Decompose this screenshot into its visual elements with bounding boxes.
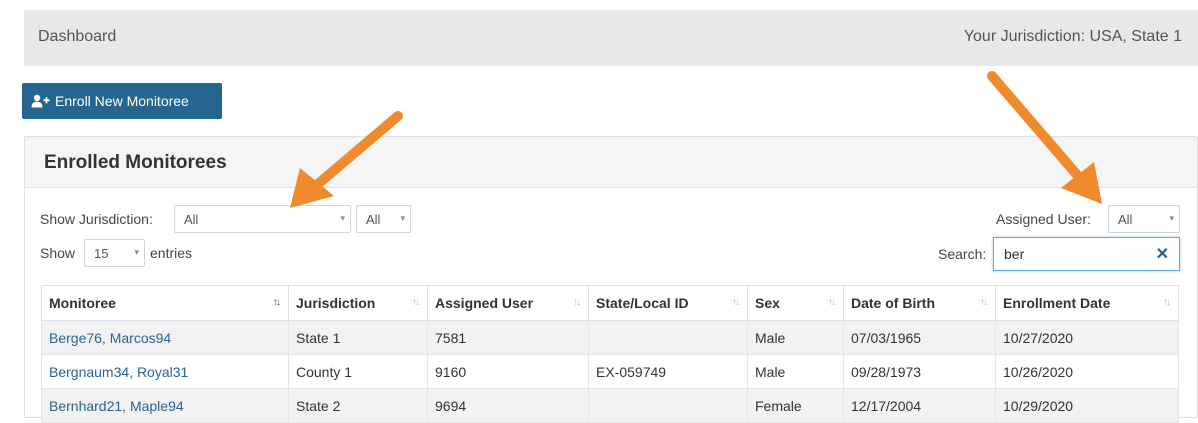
entries-select[interactable]: 15 ▾	[84, 239, 145, 267]
table-header-row: Monitoree ↑↓ Jurisdiction ↑↓ Assigned User…	[41, 285, 1179, 321]
enroll-new-monitoree-button[interactable]: Enroll New Monitoree	[22, 83, 222, 119]
cell-assigned-user: 7581	[427, 320, 589, 355]
col-date-of-birth-label: Date of Birth	[851, 295, 935, 311]
jurisdiction-indicator: Your Jurisdiction: USA, State 1	[963, 28, 1182, 45]
col-jurisdiction[interactable]: Jurisdiction ↑↓	[288, 285, 428, 321]
scope-select-value: All	[366, 212, 381, 227]
monitorees-table: Monitoree ↑↓ Jurisdiction ↑↓ Assigned User…	[41, 285, 1179, 423]
jurisdiction-select[interactable]: All ▾	[174, 205, 351, 233]
table-row[interactable]: Berge76, Marcos94 State 1 7581 Male 07/0…	[41, 320, 1179, 355]
user-plus-icon	[31, 94, 51, 108]
cell-jurisdiction: State 1	[288, 320, 428, 355]
col-state-local-id-label: State/Local ID	[596, 295, 689, 311]
col-monitoree-label: Monitoree	[49, 295, 116, 311]
search-input-value: ber	[1004, 246, 1025, 262]
col-state-local-id[interactable]: State/Local ID ↑↓	[588, 285, 748, 321]
cell-date-of-birth: 09/28/1973	[843, 354, 996, 389]
col-assigned-user-label: Assigned User	[435, 295, 534, 311]
col-sex[interactable]: Sex ↑↓	[747, 285, 844, 321]
show-label: Show	[40, 245, 76, 261]
cell-monitoree: Bergnaum34, Royal31	[41, 354, 289, 389]
sort-icon: ↑↓	[828, 297, 836, 308]
cell-date-of-birth: 07/03/1965	[843, 320, 996, 355]
sort-icon: ↑↓	[732, 297, 740, 308]
search-input[interactable]: ber ✕	[993, 237, 1180, 271]
top-header: Dashboard Your Jurisdiction: USA, State …	[24, 10, 1198, 66]
chevron-down-icon: ▾	[400, 213, 405, 223]
table-row[interactable]: Bergnaum34, Royal31 County 1 9160 EX-059…	[41, 354, 1179, 389]
cell-sex: Male	[747, 320, 844, 355]
clear-search-icon[interactable]: ✕	[1156, 244, 1169, 264]
scope-select[interactable]: All ▾	[356, 205, 411, 233]
jurisdiction-select-value: All	[184, 212, 199, 227]
assigned-user-select-value: All	[1118, 212, 1133, 227]
entries-label: entries	[150, 245, 193, 261]
cell-state-local-id: EX-059749	[588, 354, 748, 389]
panel-title: Enrolled Monitorees	[44, 152, 227, 173]
breadcrumb-dashboard[interactable]: Dashboard	[38, 28, 116, 46]
monitoree-link[interactable]: Berge76, Marcos94	[49, 330, 171, 346]
enroll-button-label: Enroll New Monitoree	[55, 93, 189, 109]
col-assigned-user[interactable]: Assigned User ↑↓	[427, 285, 589, 321]
col-sex-label: Sex	[755, 295, 780, 311]
enrolled-monitorees-panel: Enrolled Monitorees Show Jurisdiction: A…	[24, 136, 1198, 423]
monitoree-link[interactable]: Bergnaum34, Royal31	[49, 364, 188, 380]
cell-sex: Male	[747, 354, 844, 389]
sort-icon: ↑↓	[573, 297, 581, 308]
cell-jurisdiction: County 1	[288, 354, 428, 389]
sort-icon: ↑↓	[412, 297, 420, 308]
col-date-of-birth[interactable]: Date of Birth ↑↓	[843, 285, 996, 321]
panel-header: Enrolled Monitorees	[25, 137, 1197, 188]
chevron-down-icon: ▾	[134, 247, 139, 257]
search-label: Search:	[938, 246, 987, 262]
cell-assigned-user: 9160	[427, 354, 589, 389]
cell-state-local-id	[588, 320, 748, 355]
col-enrollment-date[interactable]: Enrollment Date ↑↓	[995, 285, 1179, 321]
sort-icon: ↑↓	[980, 297, 988, 308]
assigned-user-label: Assigned User:	[996, 211, 1091, 227]
chevron-down-icon: ▾	[340, 213, 345, 223]
sort-icon: ↑↓	[1163, 297, 1171, 308]
show-jurisdiction-label: Show Jurisdiction:	[40, 211, 153, 227]
cell-monitoree: Berge76, Marcos94	[41, 320, 289, 355]
col-jurisdiction-label: Jurisdiction	[296, 295, 376, 311]
sort-asc-icon: ↑↓	[273, 297, 281, 308]
entries-select-value: 15	[94, 246, 109, 261]
col-monitoree[interactable]: Monitoree ↑↓	[41, 285, 289, 321]
assigned-user-select[interactable]: All ▾	[1108, 205, 1180, 233]
col-enrollment-date-label: Enrollment Date	[1003, 295, 1111, 311]
chevron-down-icon: ▾	[1169, 213, 1174, 223]
cell-enrollment-date: 10/27/2020	[995, 320, 1179, 355]
cell-enrollment-date: 10/26/2020	[995, 354, 1179, 389]
